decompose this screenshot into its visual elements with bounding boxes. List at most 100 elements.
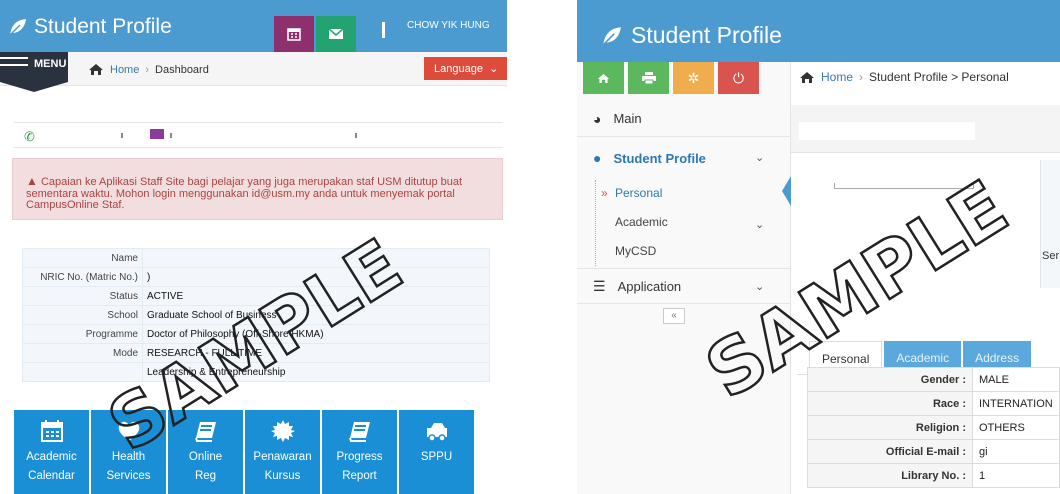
- profile-label: Mode: [22, 343, 143, 363]
- profile-label: School: [22, 305, 143, 325]
- detail-label: Race :: [807, 391, 973, 416]
- breadcrumb-home[interactable]: Home: [821, 70, 853, 84]
- print-icon: [641, 72, 656, 84]
- active-pointer: [782, 176, 791, 206]
- brand[interactable]: Student Profile: [601, 22, 782, 49]
- top-header: Student Profile: [577, 0, 1060, 62]
- gear-icon: [245, 420, 320, 442]
- calendar-icon: [14, 420, 89, 442]
- sidebar-shortcuts: ✲ ⏻: [583, 62, 759, 94]
- menu-label: MENU: [34, 58, 67, 70]
- submenu-guide: [595, 180, 596, 266]
- photo-frame: [834, 183, 974, 189]
- detail-value: OTHERS: [972, 415, 1060, 440]
- home-icon: [89, 64, 103, 75]
- heart-icon: [91, 420, 166, 442]
- breadcrumb-home[interactable]: Home: [110, 64, 139, 76]
- sidebar-item-academic[interactable]: Academic: [615, 215, 668, 229]
- top-header: Student Profile CHOW YIK HUNG: [0, 0, 507, 52]
- table-row: NRIC No. (Matric No.)): [22, 267, 490, 287]
- leaf-icon: [602, 26, 621, 45]
- list-icon: ☰: [593, 277, 606, 294]
- home-icon: [597, 73, 610, 83]
- personal-arrow-icon: »: [601, 186, 608, 200]
- personal-screen: Student Profile ✲ ⏻ Home › Student Profi…: [577, 0, 1060, 494]
- user-name[interactable]: CHOW YIK HUNG: [393, 16, 507, 52]
- table-row: Gender : MALE: [807, 367, 1060, 392]
- profile-label: Programme: [22, 324, 143, 344]
- breadcrumb: Home › Student Profile > Personal: [799, 70, 1009, 84]
- chevron-down-icon: ⌄: [755, 152, 765, 164]
- phone-mask: [121, 133, 123, 138]
- tile-label-line1: Online: [188, 451, 223, 463]
- calendar-button[interactable]: [274, 16, 314, 52]
- table-row: Leadership & Entrepreneurship: [22, 362, 490, 382]
- tile-label-line1: SPPU: [420, 451, 453, 463]
- personal-detail-table: Gender : MALE Race : INTERNATION Religion :O…: [807, 367, 1060, 488]
- breadcrumb-current: Student Profile > Personal: [869, 70, 1009, 84]
- brand-title: Student Profile: [631, 22, 782, 48]
- profile-value: ): [142, 267, 490, 287]
- chevron-down-icon: ⌄: [755, 281, 765, 293]
- contact-strip: ✆: [14, 122, 503, 148]
- chevron-down-icon: ⌄: [755, 219, 765, 231]
- power-icon: ⏻: [732, 69, 745, 86]
- profile-table: Name NRIC No. (Matric No.)) Status ACTIVE Sc…: [22, 248, 490, 382]
- dashboard-screen: Student Profile CHOW YIK HUNG MENU Home …: [0, 0, 507, 494]
- language-dropdown[interactable]: Language ⌄: [424, 57, 507, 80]
- table-row: Status ACTIVE: [22, 286, 490, 306]
- detail-value: MALE: [972, 367, 1060, 392]
- calendar-icon: [287, 28, 301, 41]
- menu-toggle[interactable]: MENU: [0, 52, 68, 82]
- sidebar-item-mycsd[interactable]: MyCSD: [615, 244, 656, 258]
- sidebar-collapse-button[interactable]: «: [663, 308, 685, 324]
- tile-label-line2: Services: [106, 470, 151, 482]
- tile-progress[interactable]: Progress Report: [322, 410, 397, 494]
- gear-icon: ✲: [687, 69, 700, 86]
- profile-label: [22, 362, 143, 382]
- alert-box: ▲ Capaian ke Aplikasi Staff Site bagi pe…: [12, 158, 503, 220]
- logout-button[interactable]: ⏻: [718, 62, 759, 94]
- tile-label-line1: Health: [111, 451, 146, 463]
- home-button[interactable]: [583, 62, 624, 94]
- header-divider: [382, 22, 385, 38]
- panel-title-mask: [799, 122, 975, 140]
- tile-label-line2: Report: [342, 470, 377, 482]
- mail-button[interactable]: [316, 16, 356, 52]
- brand-title: Student Profile: [34, 15, 172, 38]
- breadcrumb-current: Dashboard: [155, 63, 209, 76]
- profile-label: NRIC No. (Matric No.): [22, 267, 143, 287]
- sidebar-item-personal[interactable]: Personal: [615, 186, 662, 200]
- detail-label: Official E-mail :: [807, 439, 973, 464]
- envelope-icon: [150, 129, 164, 139]
- detail-value: gi: [972, 439, 1060, 464]
- table-row: School Graduate School of Business: [22, 305, 490, 325]
- phone-icon: ✆: [24, 129, 35, 144]
- sidebar-item-label: Main: [613, 111, 642, 126]
- profile-label: Name: [22, 248, 143, 268]
- profile-value: Leadership & Entrepreneurship: [142, 362, 490, 382]
- tile-health[interactable]: Health Services: [91, 410, 166, 494]
- settings-button[interactable]: ✲: [673, 62, 714, 94]
- print-button[interactable]: [628, 62, 669, 94]
- profile-value: Graduate School of Business: [142, 305, 490, 325]
- profile-value: [142, 248, 490, 268]
- detail-label: Library No. :: [807, 463, 973, 488]
- tile-academic[interactable]: Academic Calendar: [14, 410, 89, 494]
- tile-online[interactable]: Online Reg: [168, 410, 243, 494]
- truck-icon: [399, 420, 474, 442]
- tile-sppu[interactable]: SPPU: [399, 410, 474, 494]
- detail-label: Gender :: [807, 367, 973, 392]
- tile-label-line1: Penawaran: [253, 451, 312, 463]
- breadcrumb-separator: ›: [859, 70, 864, 84]
- tile-penawaran[interactable]: Penawaran Kursus: [245, 410, 320, 494]
- table-row: Programme Doctor of Philosophy (Off-Shore…: [22, 324, 490, 344]
- sidebar-item-main[interactable]: ◕ Main: [577, 101, 791, 137]
- email-mask: [170, 133, 172, 138]
- table-row: Mode RESEARCH - FULL TIME: [22, 343, 490, 363]
- dashboard-icon: ◕: [593, 110, 602, 127]
- email-mask-end: [355, 133, 357, 138]
- breadcrumb-separator: ›: [145, 63, 150, 76]
- brand[interactable]: Student Profile: [8, 15, 172, 39]
- breadcrumb: Home › Dashboard: [88, 63, 209, 76]
